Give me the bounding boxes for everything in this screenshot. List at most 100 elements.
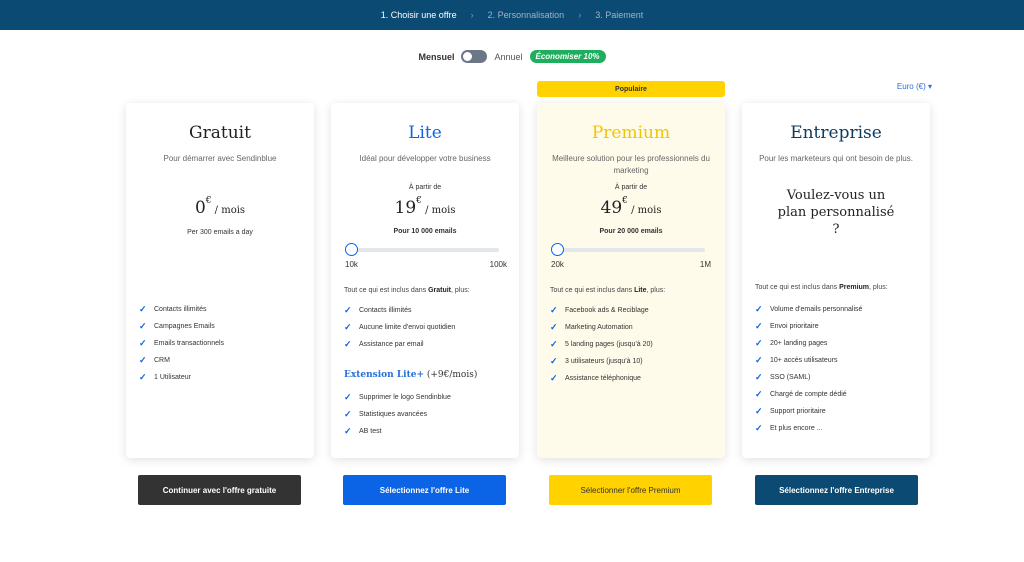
check-icon: ✓ [550, 339, 558, 349]
check-icon: ✓ [344, 322, 352, 332]
feature-label: Support prioritaire [770, 408, 826, 415]
list-item: ✓ Marketing Automation [550, 319, 653, 336]
currency-dropdown[interactable]: Euro (€) ▾ [897, 82, 932, 91]
feature-list: ✓ Facebook ads & Reciblage ✓ Marketing Aut… [550, 302, 653, 387]
check-icon: ✓ [344, 339, 352, 349]
annual-label[interactable]: Annuel [494, 52, 522, 62]
slider-handle[interactable] [551, 243, 564, 256]
plan-subtitle: Meilleure solution pour les professionne… [552, 154, 710, 175]
price-period: / mois [421, 205, 456, 216]
list-item: ✓ CRM [139, 352, 224, 369]
list-item: ✓ 3 utilisateurs (jusqu'à 10) [550, 353, 653, 370]
check-icon: ✓ [755, 338, 763, 348]
feature-label: Supprimer le logo Sendinblue [359, 394, 451, 401]
check-icon: ✓ [344, 409, 352, 419]
price-currency: € [622, 196, 628, 206]
custom-plan-line: Voulez-vous un [786, 188, 886, 203]
select-entreprise-button[interactable]: Sélectionnez l'offre Entreprise [755, 475, 918, 505]
list-item: ✓ Support prioritaire [755, 403, 862, 420]
check-icon: ✓ [550, 356, 558, 366]
chevron-right-icon: › [578, 10, 582, 20]
check-icon: ✓ [755, 423, 763, 433]
email-volume-slider[interactable] [551, 243, 705, 257]
feature-list: ✓ Contacts illimités ✓ Aucune limite d'env… [344, 302, 455, 353]
price-amount: 19 [394, 198, 417, 218]
custom-plan-line: ? [832, 222, 840, 237]
monthly-label[interactable]: Mensuel [418, 52, 454, 62]
included-suffix: , plus: [646, 287, 666, 294]
list-item: ✓ 20+ landing pages [755, 335, 862, 352]
list-item: ✓ Statistiques avancées [344, 406, 451, 423]
feature-label: 3 utilisateurs (jusqu'à 10) [565, 358, 643, 365]
feature-label: Volume d'emails personnalisé [770, 306, 863, 313]
list-item: ✓ Contacts illimités [139, 301, 224, 318]
price-amount: 49 [600, 198, 623, 218]
list-item: ✓ 1 Utilisateur [139, 369, 224, 386]
feature-list: ✓ Contacts illimités ✓ Campagnes Emails ✓ E… [139, 301, 224, 386]
plan-title: Premium [591, 123, 671, 143]
slider-max-label: 100k [489, 260, 507, 269]
select-premium-button[interactable]: Sélectionner l'offre Premium [549, 475, 712, 505]
included-prefix: Tout ce qui est inclus dans [550, 287, 635, 294]
feature-label: Assistance téléphonique [565, 375, 641, 382]
check-icon: ✓ [755, 304, 763, 314]
plan-card-lite: Lite Idéal pour développer votre busines… [331, 103, 519, 458]
list-item: ✓ Et plus encore ... [755, 420, 862, 437]
list-item: ✓ Supprimer le logo Sendinblue [344, 389, 451, 406]
feature-label: CRM [154, 357, 170, 364]
check-icon: ✓ [344, 305, 352, 315]
price-currency: € [205, 196, 212, 206]
feature-label: Envoi prioritaire [770, 323, 819, 330]
plan-price: 49€ / mois [537, 196, 725, 218]
extension-feature-list: ✓ Supprimer le logo Sendinblue ✓ Statistiq… [344, 389, 451, 440]
included-note: Tout ce qui est inclus dans Gratuit, plu… [344, 287, 514, 294]
price-amount: 0 [194, 198, 206, 218]
plan-email-volume: Pour 20 000 emails [599, 228, 663, 235]
check-icon: ✓ [139, 321, 147, 331]
feature-label: Aucune limite d'envoi quotidien [359, 324, 456, 331]
continue-free-button[interactable]: Continuer avec l'offre gratuite [138, 475, 301, 505]
check-icon: ✓ [755, 355, 763, 365]
plan-price: 0€ / mois [126, 196, 314, 218]
plan-subtitle: Pour les marketeurs qui ont besoin de pl… [759, 154, 913, 163]
extension-name: Extension Lite+ [344, 370, 424, 380]
feature-label: Et plus encore ... [770, 425, 823, 432]
billing-toggle[interactable] [461, 50, 488, 63]
slider-handle[interactable] [345, 243, 358, 256]
checkout-steps: 1. Choisir une offre › 2. Personnalisati… [0, 0, 1024, 30]
list-item: ✓ Volume d'emails personnalisé [755, 301, 862, 318]
feature-label: Chargé de compte dédié [770, 391, 847, 398]
included-suffix: , plus: [869, 284, 888, 291]
custom-plan-line: plan personnalisé [777, 205, 895, 220]
price-from-label: À partir de [408, 184, 442, 191]
plan-subtitle: Pour démarrer avec Sendinblue [163, 154, 277, 163]
included-note: Tout ce qui est inclus dans Lite, plus: [550, 287, 720, 294]
slider-max-label: 1M [699, 260, 711, 269]
included-suffix: , plus: [451, 287, 470, 294]
custom-plan-heading: Voulez-vous un plan personnalisé ? [762, 187, 910, 238]
select-lite-button[interactable]: Sélectionnez l'offre Lite [343, 475, 506, 505]
check-icon: ✓ [755, 406, 763, 416]
list-item: ✓ 5 landing pages (jusqu'à 20) [550, 336, 653, 353]
slider-track [557, 248, 705, 252]
feature-label: 1 Utilisateur [154, 374, 191, 381]
included-plan: Gratuit [428, 287, 452, 294]
list-item: ✓ Emails transactionnels [139, 335, 224, 352]
list-item: ✓ Assistance par email [344, 336, 455, 353]
plan-title: Lite [408, 123, 442, 143]
feature-label: Statistiques avancées [359, 411, 428, 418]
plan-subtitle: Idéal pour développer votre business [359, 154, 491, 163]
email-volume-slider[interactable] [345, 243, 499, 257]
included-prefix: Tout ce qui est inclus dans [344, 287, 429, 294]
list-item: ✓ Assistance téléphonique [550, 370, 653, 387]
list-item: ✓ Facebook ads & Reciblage [550, 302, 653, 319]
step-payment: 3. Paiement [595, 10, 644, 20]
check-icon: ✓ [755, 321, 763, 331]
feature-label: 5 landing pages (jusqu'à 20) [565, 341, 653, 348]
check-icon: ✓ [550, 373, 558, 383]
step-personalization: 2. Personnalisation [487, 10, 565, 20]
included-note: Tout ce qui est inclus dans Premium, plu… [755, 284, 925, 291]
check-icon: ✓ [755, 389, 763, 399]
feature-label: 10+ accès utilisateurs [770, 357, 838, 364]
slider-min-label: 20k [551, 260, 564, 269]
